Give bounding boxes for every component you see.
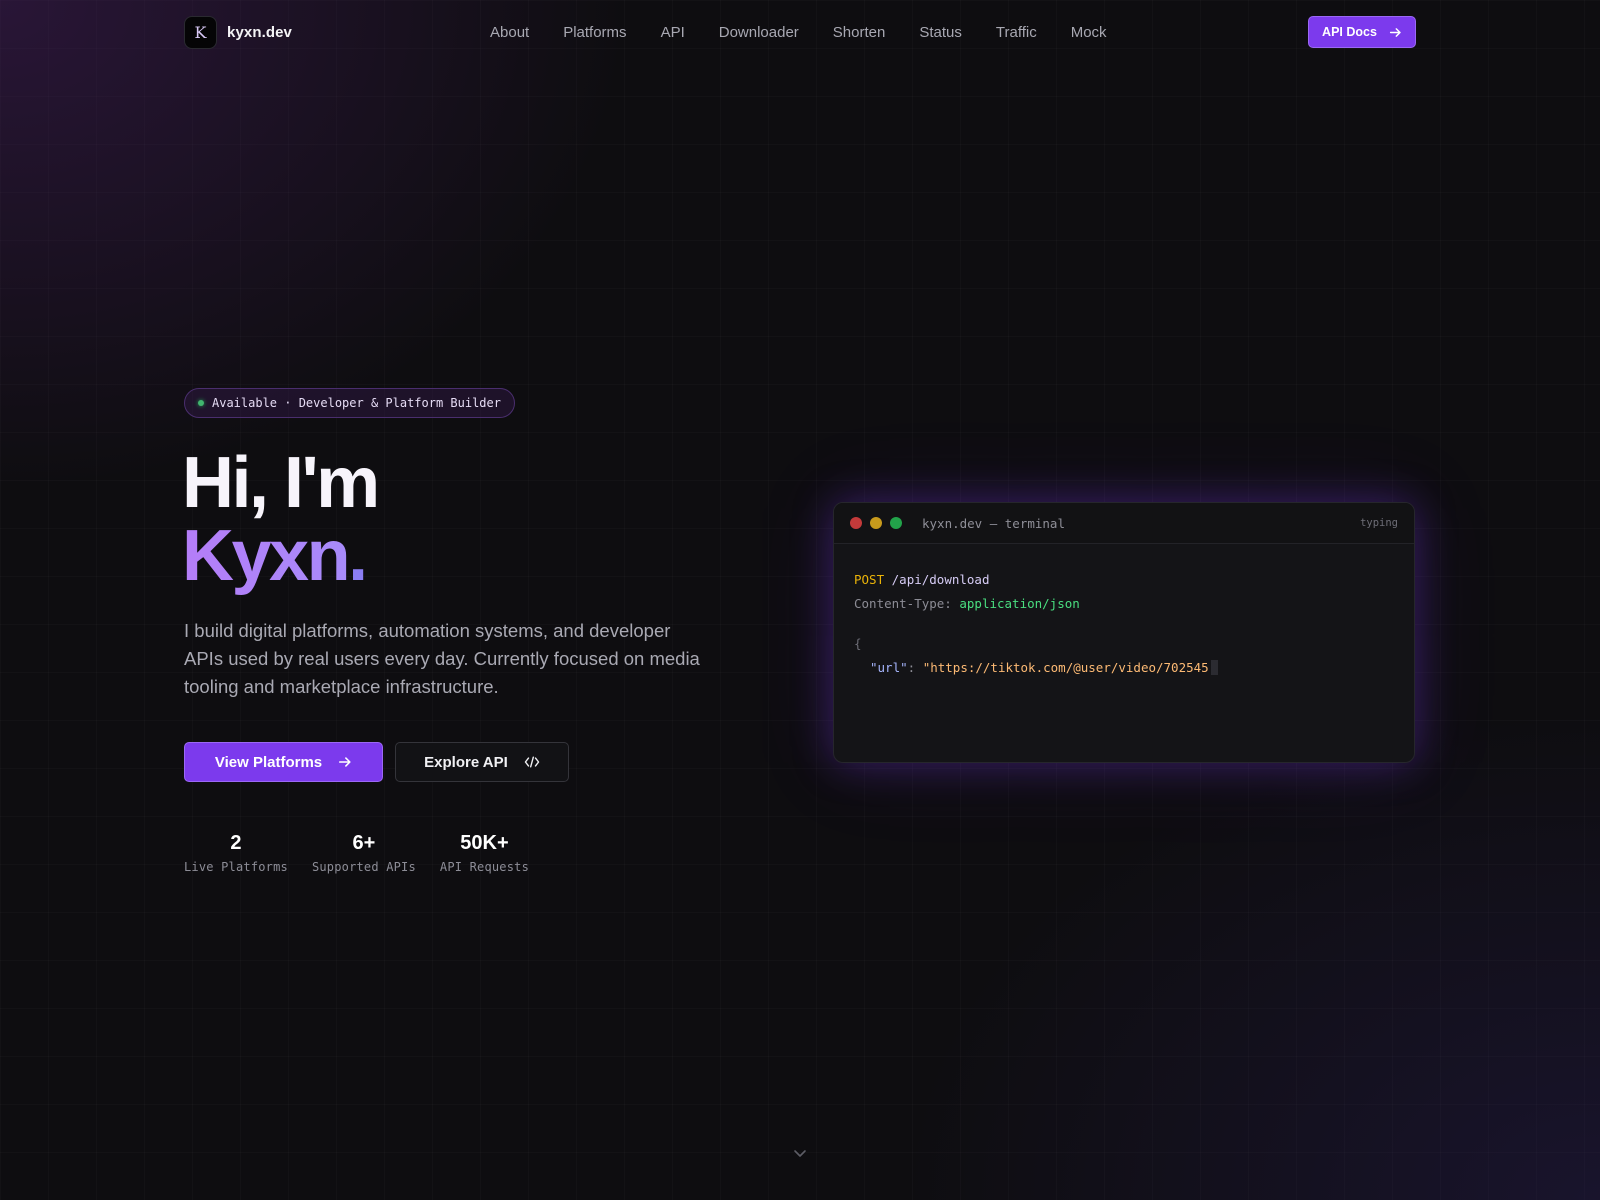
view-platforms-label: View Platforms (214, 753, 323, 771)
typing-cursor (1210, 660, 1218, 675)
brand-logo-letter: K (194, 23, 207, 42)
header-line: Content-Type: application/json (854, 592, 1394, 616)
hero-greeting: Hi, I'm (182, 443, 380, 523)
status-dot (198, 400, 204, 406)
api-docs-label: API Docs (1322, 25, 1377, 39)
header-key: Content-Type: (854, 596, 952, 611)
hero-name-suffix: . (348, 516, 368, 596)
json-url-line: "url": "https://tiktok.com/@user/video/7… (854, 656, 1394, 680)
stat-label: Live Platforms (184, 860, 288, 874)
stats-row: 2 Live Platforms 6+ Supported APIs 50K+ … (184, 832, 529, 874)
hero-name: Kyxn (182, 516, 351, 596)
terminal-title: kyxn.dev — terminal (922, 515, 1065, 531)
close-dot-icon (850, 517, 862, 529)
stat-live-platforms: 2 Live Platforms (184, 832, 288, 874)
json-colon: : (907, 660, 916, 675)
availability-badge: Available · Developer & Platform Builder (184, 388, 515, 418)
terminal-window: kyxn.dev — terminal typing POST /api/dow… (833, 502, 1415, 763)
api-docs-button[interactable]: API Docs (1308, 16, 1416, 48)
stat-label: Supported APIs (311, 860, 416, 874)
nav-link-shorten[interactable]: Shorten (833, 24, 886, 41)
stat-supported-apis: 6+ Supported APIs (312, 832, 416, 874)
arrow-right-icon (339, 757, 351, 767)
availability-badge-text: Available · Developer & Platform Builder (212, 396, 501, 410)
nav-link-api[interactable]: API (661, 24, 685, 41)
header-value: application/json (959, 596, 1080, 611)
brand-name: kyxn.dev (227, 24, 293, 41)
explore-api-button[interactable]: Explore API (395, 742, 569, 782)
stat-label: API Requests (439, 860, 530, 874)
http-method: POST (854, 572, 885, 587)
nav-link-downloader[interactable]: Downloader (719, 24, 799, 41)
json-value: "https://tiktok.com/@user/video/702545 (922, 660, 1209, 675)
chevron-down-icon[interactable] (792, 1145, 808, 1161)
nav-link-platforms[interactable]: Platforms (563, 24, 626, 41)
terminal-status: typing (1360, 517, 1398, 529)
stat-value: 2 (230, 832, 242, 854)
terminal-titlebar: kyxn.dev — terminal typing (834, 503, 1414, 544)
nav-link-status[interactable]: Status (919, 24, 962, 41)
code-icon (524, 756, 540, 768)
request-line: POST /api/download (854, 568, 1394, 592)
nav-link-traffic[interactable]: Traffic (996, 24, 1037, 41)
brand-logo: K (184, 16, 217, 49)
stat-api-requests: 50K+ API Requests (440, 832, 529, 874)
hero-title: Hi, I'm Kyxn. (182, 443, 380, 593)
nav-links: About Platforms API Downloader Shorten S… (490, 16, 1141, 48)
nav-link-mock[interactable]: Mock (1071, 24, 1107, 41)
explore-api-label: Explore API (424, 753, 508, 771)
terminal-body: POST /api/download Content-Type: applica… (834, 544, 1414, 680)
json-open-brace: { (854, 636, 862, 651)
json-open-line: { (854, 632, 1394, 656)
minimize-dot-icon (870, 517, 882, 529)
hero-name-line: Kyxn. (182, 520, 378, 593)
json-key: "url" (870, 660, 908, 675)
arrow-right-icon (1389, 27, 1401, 37)
stat-value: 50K+ (460, 832, 509, 854)
maximize-dot-icon (890, 517, 902, 529)
brand[interactable]: K kyxn.dev (184, 16, 292, 49)
nav-link-about[interactable]: About (490, 24, 529, 41)
top-nav: K kyxn.dev About Platforms API Downloade… (184, 16, 1416, 49)
hero-description: I build digital platforms, automation sy… (184, 620, 700, 697)
request-path: /api/download (891, 572, 990, 587)
view-platforms-button[interactable]: View Platforms (184, 742, 383, 782)
stat-value: 6+ (352, 832, 376, 854)
